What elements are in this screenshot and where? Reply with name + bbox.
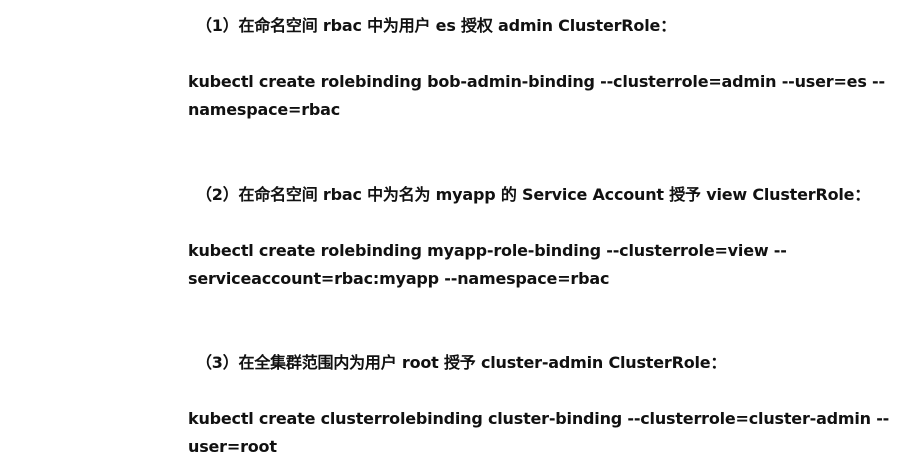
command-line: kubectl create clusterrolebinding cluste… bbox=[188, 409, 890, 428]
section-1-heading: （1）在命名空间 rbac 中为用户 es 授权 admin ClusterRo… bbox=[196, 16, 676, 35]
command-line: namespace=rbac bbox=[188, 100, 341, 119]
section-3-command: kubectl create clusterrolebinding cluste… bbox=[188, 405, 890, 461]
section-2-command: kubectl create rolebinding myapp-role-bi… bbox=[188, 237, 868, 293]
command-line: serviceaccount=rbac:myapp --namespace=rb… bbox=[188, 269, 610, 288]
command-line: user=root bbox=[188, 437, 277, 456]
document-page: （1）在命名空间 rbac 中为用户 es 授权 admin ClusterRo… bbox=[0, 0, 909, 463]
section-3-heading: （3）在全集群范围内为用户 root 授予 cluster-admin Clus… bbox=[196, 353, 727, 372]
section-2-heading: （2）在命名空间 rbac 中为名为 myapp 的 Service Accou… bbox=[196, 185, 871, 204]
command-line: kubectl create rolebinding myapp-role-bi… bbox=[188, 241, 787, 260]
command-line: kubectl create rolebinding bob-admin-bin… bbox=[188, 72, 885, 91]
section-1-command: kubectl create rolebinding bob-admin-bin… bbox=[188, 68, 885, 124]
